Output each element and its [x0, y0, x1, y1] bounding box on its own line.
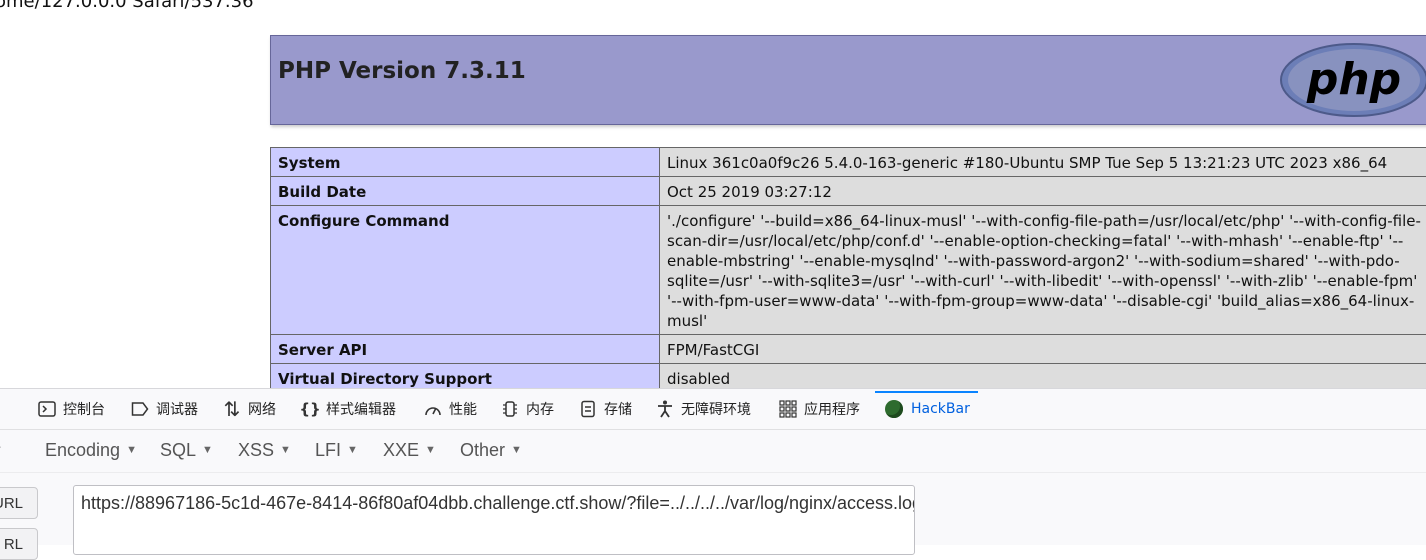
tab-console-label: 控制台	[63, 399, 105, 419]
tab-console[interactable]: 控制台	[37, 389, 105, 429]
row-key: System	[271, 148, 660, 177]
chevron-down-icon: ▼	[425, 444, 436, 456]
load-url-button[interactable]: URL	[0, 487, 38, 519]
tab-storage[interactable]: 存储	[578, 389, 632, 429]
table-row: Build Date Oct 25 2019 03:27:12	[271, 177, 1426, 206]
tab-performance-label: 性能	[449, 399, 477, 419]
menu-load-dropdown[interactable]: ▼	[0, 440, 3, 461]
menu-xxe[interactable]: XXE ▼	[383, 440, 436, 461]
tab-memory-label: 内存	[526, 399, 554, 419]
debugger-icon	[130, 399, 150, 419]
table-row: Server API FPM/FastCGI	[271, 335, 1426, 364]
tab-accessibility[interactable]: 无障碍环境	[655, 389, 751, 429]
tab-hackbar[interactable]: HackBar	[885, 389, 970, 429]
tab-hackbar-label: HackBar	[911, 401, 970, 417]
chevron-down-icon: ▼	[511, 444, 522, 456]
hackbar-icon	[885, 400, 903, 418]
php-logo-text: php	[1306, 54, 1401, 105]
user-agent-text: rome/127.0.0.0 Safari/537.36	[0, 0, 254, 12]
console-icon	[37, 399, 57, 419]
performance-icon	[423, 399, 443, 419]
row-key: Server API	[271, 335, 660, 364]
menu-xss-label: XSS	[238, 440, 274, 460]
chevron-down-icon: ▼	[202, 444, 213, 456]
chevron-down-icon: ▼	[0, 444, 3, 456]
row-key: Build Date	[271, 177, 660, 206]
tab-storage-label: 存储	[604, 399, 632, 419]
php-version-title: PHP Version 7.3.11	[278, 58, 526, 84]
row-value: FPM/FastCGI	[660, 335, 1426, 364]
menu-other-label: Other	[460, 440, 505, 460]
menu-lfi-label: LFI	[315, 440, 341, 460]
menu-sql-label: SQL	[160, 440, 196, 460]
row-key: Configure Command	[271, 206, 660, 335]
menu-xss[interactable]: XSS ▼	[238, 440, 291, 461]
table-row: Configure Command './configure' '--build…	[271, 206, 1426, 335]
devtools-panel: 器 控制台 调试器 ⇅ 网络 {} 样式编辑器 性能	[0, 388, 1426, 545]
tab-style-editor-label: 样式编辑器	[326, 399, 396, 419]
menu-other[interactable]: Other ▼	[460, 440, 522, 461]
memory-icon	[500, 399, 520, 419]
tab-memory[interactable]: 内存	[500, 389, 554, 429]
accessibility-icon	[655, 399, 675, 419]
network-icon: ⇅	[222, 399, 242, 419]
tab-application[interactable]: 应用程序	[778, 389, 860, 429]
tab-performance[interactable]: 性能	[423, 389, 477, 429]
menu-encoding-label: Encoding	[45, 440, 120, 460]
php-info-table: System Linux 361c0a0f9c26 5.4.0-163-gene…	[270, 147, 1426, 422]
table-row: System Linux 361c0a0f9c26 5.4.0-163-gene…	[271, 148, 1426, 177]
tab-network-label: 网络	[248, 399, 276, 419]
split-url-label: RL	[4, 536, 23, 553]
url-input[interactable]: https://88967186-5c1d-467e-8414-86f80af0…	[73, 485, 915, 555]
tab-accessibility-label: 无障碍环境	[681, 399, 751, 419]
load-url-label: URL	[0, 495, 23, 512]
storage-icon	[578, 399, 598, 419]
tab-debugger[interactable]: 调试器	[130, 389, 198, 429]
tab-debugger-label: 调试器	[156, 399, 198, 419]
chevron-down-icon: ▼	[126, 444, 137, 456]
tab-network[interactable]: ⇅ 网络	[222, 389, 276, 429]
tab-application-label: 应用程序	[804, 399, 860, 419]
menu-lfi[interactable]: LFI ▼	[315, 440, 358, 461]
hackbar-menu: ▼ Encoding ▼ SQL ▼ XSS ▼ LFI ▼ XXE ▼ Other ▼	[0, 430, 1426, 473]
menu-sql[interactable]: SQL ▼	[160, 440, 213, 461]
row-value: Linux 361c0a0f9c26 5.4.0-163-generic #18…	[660, 148, 1426, 177]
php-version-header: PHP Version 7.3.11 php	[270, 35, 1426, 125]
row-value: Oct 25 2019 03:27:12	[660, 177, 1426, 206]
tab-style-editor[interactable]: {} 样式编辑器	[300, 389, 396, 429]
menu-encoding[interactable]: Encoding ▼	[45, 440, 137, 461]
style-editor-icon: {}	[300, 399, 320, 419]
chevron-down-icon: ▼	[280, 444, 291, 456]
application-icon	[778, 399, 798, 419]
split-url-button[interactable]: RL	[0, 528, 38, 560]
php-logo: php	[1279, 42, 1426, 118]
menu-xxe-label: XXE	[383, 440, 419, 460]
devtools-tab-bar: 器 控制台 调试器 ⇅ 网络 {} 样式编辑器 性能	[0, 389, 1426, 430]
row-value: './configure' '--build=x86_64-linux-musl…	[660, 206, 1426, 335]
chevron-down-icon: ▼	[347, 444, 358, 456]
